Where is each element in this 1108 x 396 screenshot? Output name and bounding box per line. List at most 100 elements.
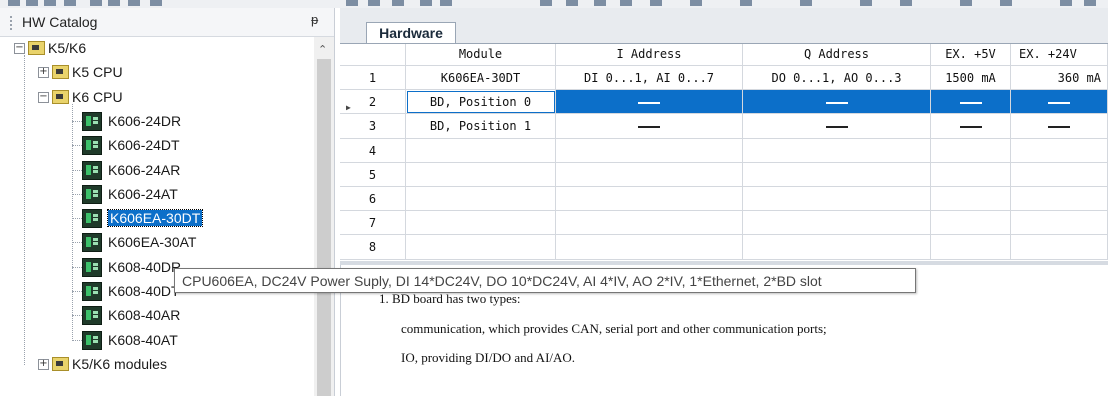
toolbar-button-icon[interactable] [44, 0, 56, 6]
table-cell[interactable] [556, 211, 743, 236]
table-cell[interactable] [1011, 138, 1108, 163]
table-cell[interactable] [743, 90, 931, 115]
toolbar-button-icon[interactable] [690, 0, 702, 6]
column-header[interactable]: EX. +24V [1011, 44, 1108, 66]
toolbar-button-icon[interactable] [594, 0, 606, 6]
toolbar-button-icon[interactable] [1000, 0, 1012, 6]
collapse-icon[interactable]: − [38, 91, 49, 103]
toolbar-button-icon[interactable] [440, 0, 452, 6]
table-cell[interactable] [931, 90, 1011, 115]
table-cell[interactable]: K606EA-30DT [406, 66, 556, 91]
scroll-thumb[interactable] [317, 59, 331, 396]
table-cell[interactable] [931, 187, 1011, 212]
table-cell[interactable] [556, 187, 743, 212]
tree-module-item[interactable]: K606EA-30DT [0, 207, 314, 231]
tree-folder-item[interactable]: + K5/K6 modules [0, 353, 314, 377]
table-cell[interactable] [743, 235, 931, 260]
toolbar-button-icon[interactable] [1060, 0, 1072, 6]
tree-folder-item[interactable]: − K5/K6 [0, 37, 314, 61]
tree-module-item[interactable]: K606-24DR [0, 110, 314, 134]
table-cell[interactable]: 360 mA [1011, 66, 1108, 91]
toolbar-button-icon[interactable] [620, 0, 632, 6]
table-cell[interactable] [406, 211, 556, 236]
toolbar-button-icon[interactable] [26, 0, 38, 6]
table-cell[interactable] [743, 187, 931, 212]
column-header[interactable]: Module [406, 44, 556, 66]
toolbar-button-icon[interactable] [960, 0, 972, 6]
toolbar-button-icon[interactable] [540, 0, 552, 6]
column-header[interactable]: Q Address [743, 44, 931, 66]
table-cell[interactable] [931, 114, 1011, 139]
table-cell[interactable]: DO 0...1, AO 0...3 [743, 66, 931, 91]
column-header[interactable]: I Address [556, 44, 743, 66]
toolbar-button-icon[interactable] [128, 0, 140, 6]
drag-grip-icon[interactable] [10, 16, 14, 30]
table-cell[interactable] [1011, 114, 1108, 139]
toolbar-button-icon[interactable] [860, 0, 872, 6]
table-cell[interactable] [931, 211, 1011, 236]
table-cell[interactable] [743, 114, 931, 139]
table-cell[interactable]: BD, Position 1 [406, 114, 556, 139]
table-cell[interactable]: BD, Position 0 [406, 90, 556, 115]
table-cell[interactable]: DI 0...1, AI 0...7 [556, 66, 743, 91]
table-cell[interactable] [1011, 211, 1108, 236]
toolbar-button-icon[interactable] [368, 0, 380, 6]
tree-module-item[interactable]: K606-24AT [0, 183, 314, 207]
table-cell[interactable] [1011, 90, 1108, 115]
table-cell[interactable] [556, 114, 743, 139]
row-header[interactable]: 8 [340, 235, 406, 260]
row-header[interactable]: 5 [340, 162, 406, 187]
table-cell[interactable] [406, 138, 556, 163]
table-cell[interactable] [743, 162, 931, 187]
row-header[interactable]: 6 [340, 187, 406, 212]
table-cell[interactable] [406, 187, 556, 212]
tree-module-item[interactable]: K608-40AT [0, 329, 314, 353]
tree-module-item[interactable]: K606EA-30AT [0, 231, 314, 255]
table-cell[interactable] [406, 162, 556, 187]
expand-icon[interactable]: + [38, 67, 49, 79]
scroll-up-icon[interactable]: ⌃ [318, 43, 327, 56]
row-header[interactable]: 2 ▶ [340, 90, 406, 115]
table-cell[interactable] [406, 235, 556, 260]
toolbar-button-icon[interactable] [8, 0, 20, 6]
table-cell[interactable] [743, 211, 931, 236]
collapse-icon[interactable]: − [14, 43, 25, 54]
tree-module-item[interactable]: K606-24DT [0, 134, 314, 158]
table-cell[interactable] [556, 138, 743, 163]
tree-module-item[interactable]: K606-24AR [0, 159, 314, 183]
table-cell[interactable] [556, 162, 743, 187]
table-cell[interactable] [931, 235, 1011, 260]
tree-scrollbar[interactable]: ⌃ [314, 37, 334, 396]
column-header[interactable]: EX. +5V [931, 44, 1011, 66]
toolbar-button-icon[interactable] [90, 0, 102, 6]
toolbar-button-icon[interactable] [64, 0, 76, 6]
tree-folder-item[interactable]: + K5 CPU [0, 61, 314, 85]
toolbar-button-icon[interactable] [1084, 0, 1096, 6]
table-cell[interactable] [556, 90, 743, 115]
toolbar-button-icon[interactable] [650, 0, 662, 6]
table-cell[interactable] [1011, 187, 1108, 212]
toolbar-button-icon[interactable] [740, 0, 752, 6]
toolbar-button-icon[interactable] [150, 0, 162, 6]
table-cell[interactable] [931, 138, 1011, 163]
table-cell[interactable] [743, 138, 931, 163]
table-cell[interactable] [931, 162, 1011, 187]
tree-module-item[interactable]: K608-40AR [0, 304, 314, 328]
expand-icon[interactable]: + [38, 358, 49, 370]
row-header[interactable]: 7 [340, 211, 406, 236]
toolbar-button-icon[interactable] [392, 0, 404, 6]
toolbar-button-icon[interactable] [900, 0, 912, 6]
row-header[interactable]: 3 [340, 114, 406, 139]
table-cell[interactable] [1011, 235, 1108, 260]
table-cell[interactable] [1011, 162, 1108, 187]
toolbar-button-icon[interactable] [800, 0, 812, 6]
tree-folder-item[interactable]: − K6 CPU [0, 86, 314, 110]
toolbar-button-icon[interactable] [108, 0, 120, 6]
tab-hardware[interactable]: Hardware [366, 22, 456, 44]
row-header[interactable]: 4 [340, 138, 406, 163]
table-cell[interactable]: 1500 mA [931, 66, 1011, 91]
row-header[interactable]: 1 [340, 66, 406, 91]
toolbar-button-icon[interactable] [420, 0, 432, 6]
toolbar-button-icon[interactable] [346, 0, 358, 6]
table-cell[interactable] [556, 235, 743, 260]
